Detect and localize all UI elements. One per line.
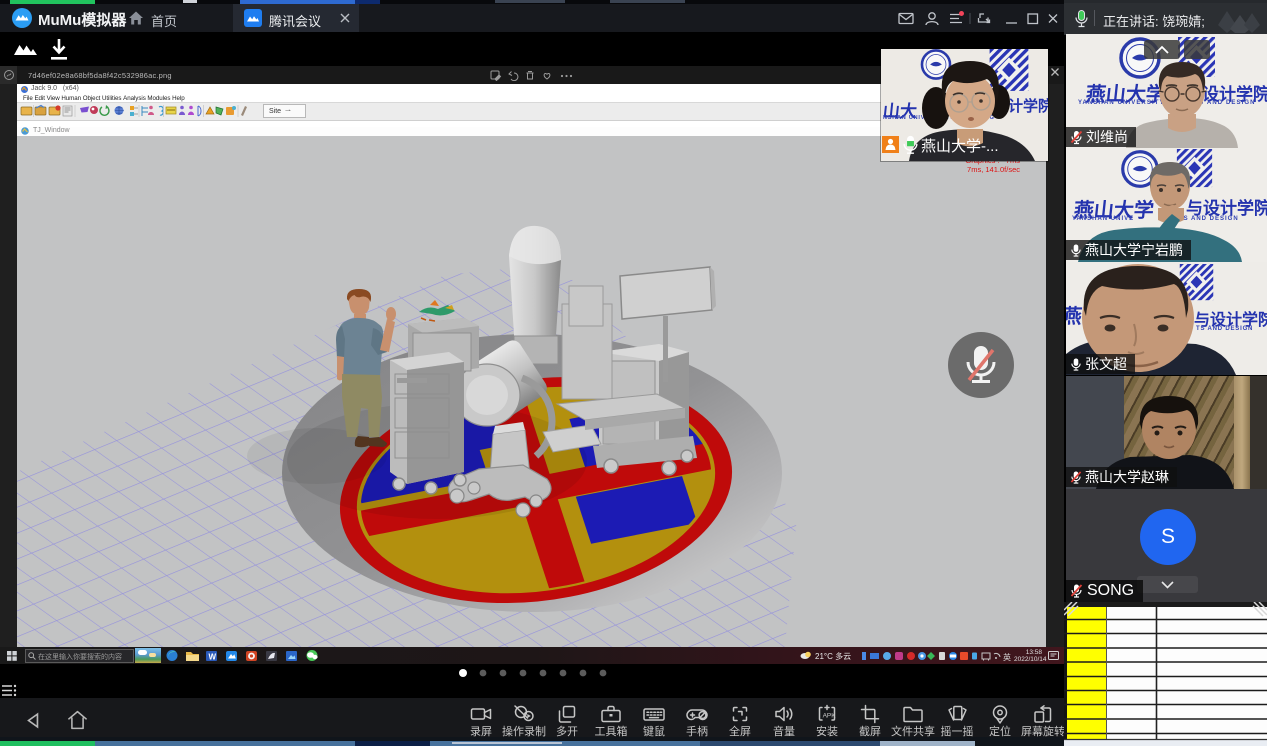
svg-text:7ms, 141.0f/sec: 7ms, 141.0f/sec bbox=[967, 165, 1020, 174]
svg-text:APK: APK bbox=[823, 713, 837, 720]
svg-text:W: W bbox=[209, 653, 217, 662]
